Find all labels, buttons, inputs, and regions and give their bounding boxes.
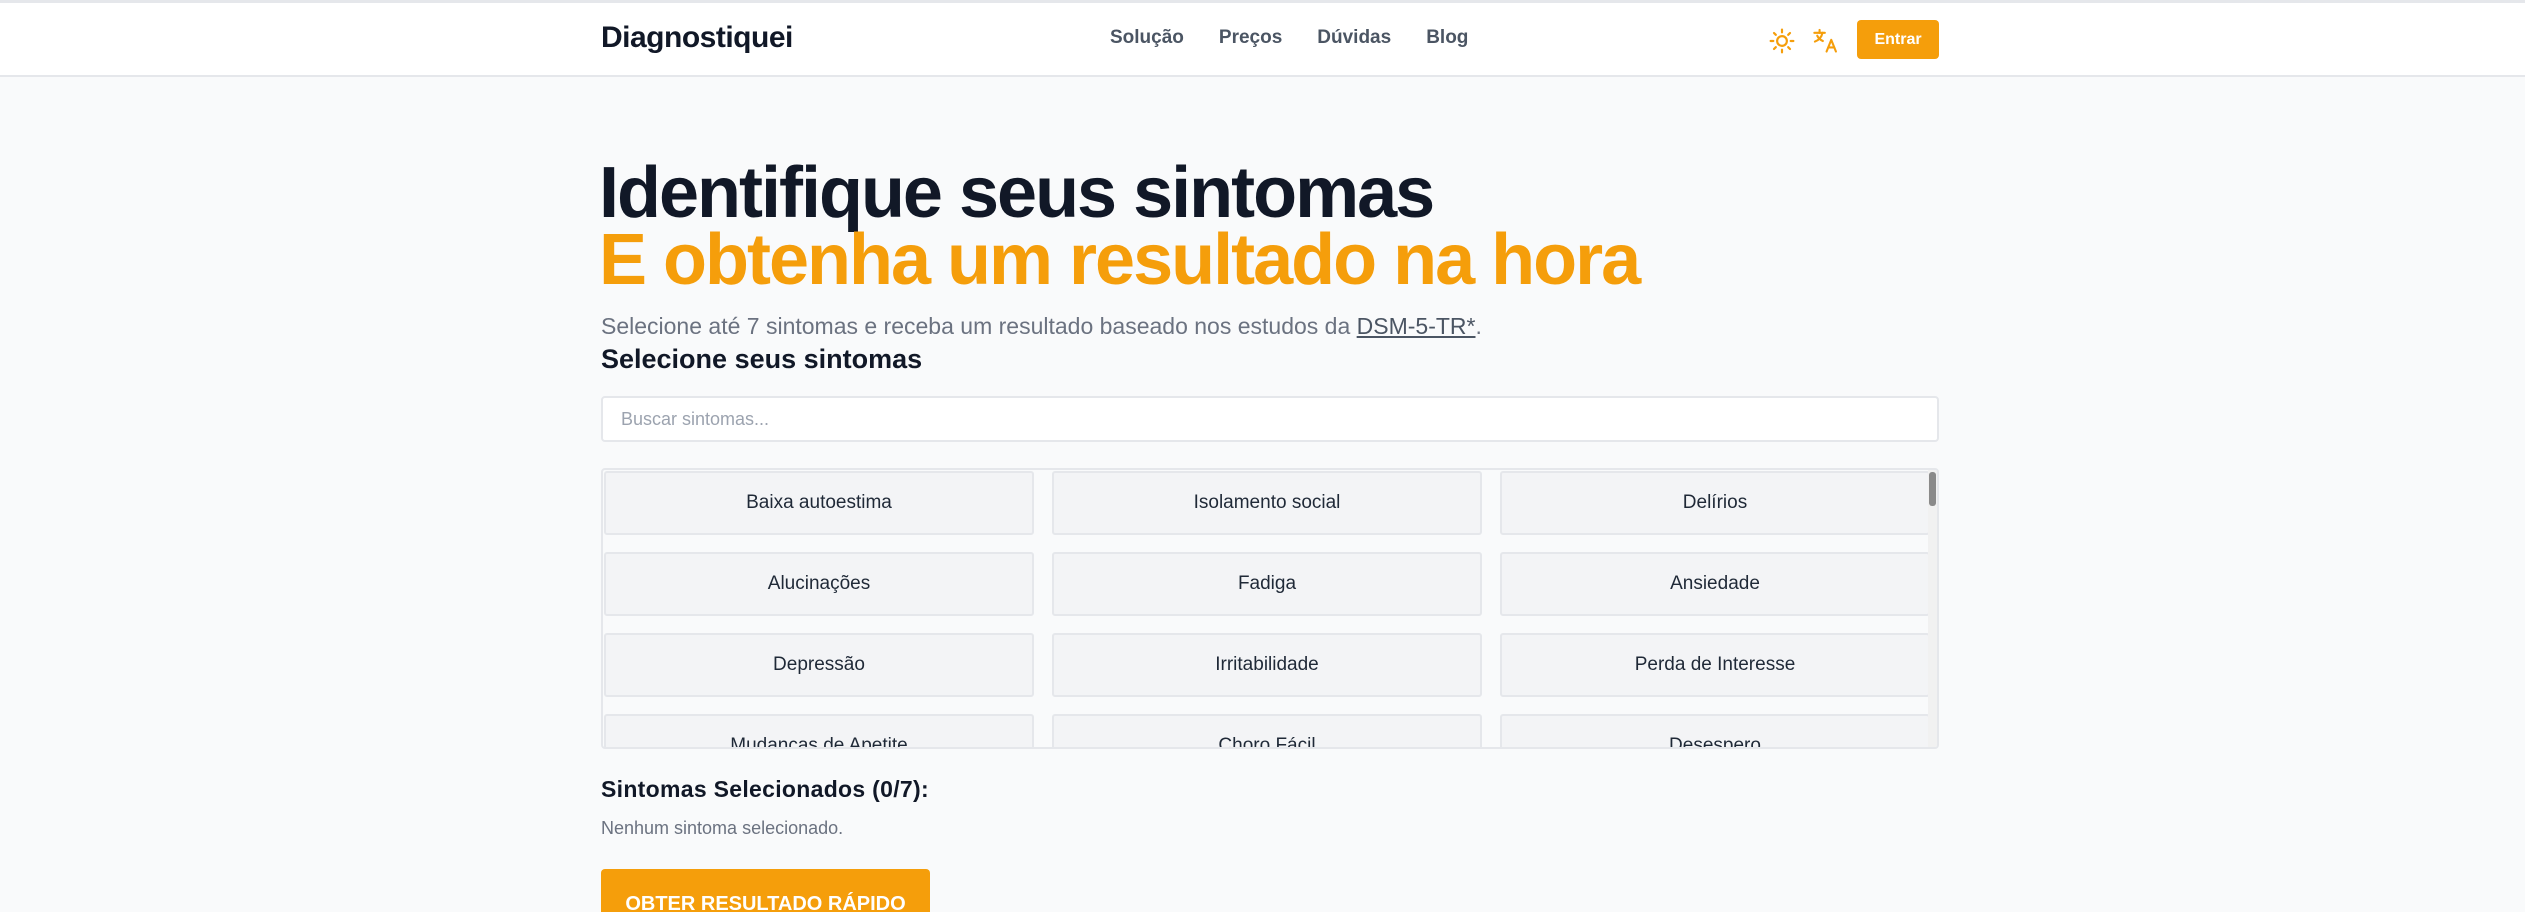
nav-link-blog[interactable]: Blog [1426,27,1468,49]
main-nav: Solução Preços Dúvidas Blog [1110,27,1468,49]
nav-link-solucao[interactable]: Solução [1110,27,1184,49]
hero-subtitle: Selecione até 7 sintomas e receba um res… [601,313,1482,340]
login-button[interactable]: Entrar [1857,20,1939,59]
selected-symptoms-title: Sintomas Selecionados (0/7): [601,776,929,802]
symptom-option[interactable]: Isolamento social [1052,471,1482,535]
dsm-link[interactable]: DSM-5-TR* [1357,313,1476,339]
subtitle-suffix: . [1475,313,1482,339]
symptom-option[interactable]: Irritabilidade [1052,633,1482,697]
symptom-list[interactable]: Baixa autoestima Isolamento social Delír… [601,468,1939,749]
symptom-option[interactable]: Mudanças de Apetite [604,714,1034,747]
subtitle-text: Selecione até 7 sintomas e receba um res… [601,313,1357,339]
sun-icon [1769,28,1795,54]
nav-link-duvidas[interactable]: Dúvidas [1317,27,1391,49]
symptom-option[interactable]: Depressão [604,633,1034,697]
symptom-option[interactable]: Choro Fácil [1052,714,1482,747]
translate-icon [1813,28,1837,53]
symptoms-section-title: Selecione seus sintomas [601,344,923,374]
hero-title-highlight: E obtenha um resultado na hora [599,220,1641,300]
symptom-option[interactable]: Desespero [1500,714,1930,747]
selected-symptoms-empty: Nenhum sintoma selecionado. [601,818,844,838]
theme-toggle-button[interactable] [1764,23,1800,59]
nav-link-precos[interactable]: Preços [1219,27,1282,49]
symptom-option[interactable]: Perda de Interesse [1500,633,1930,697]
symptom-option[interactable]: Delírios [1500,471,1930,535]
symptom-option[interactable]: Ansiedade [1500,552,1930,616]
symptom-search-input[interactable] [601,396,1939,442]
top-navbar: Diagnostiquei Solução Preços Dúvidas Blo… [0,3,2525,77]
symptom-grid: Baixa autoestima Isolamento social Delír… [604,471,1930,747]
get-result-button[interactable]: OBTER RESULTADO RÁPIDO [601,869,930,912]
symptom-option[interactable]: Fadiga [1052,552,1482,616]
logo[interactable]: Diagnostiquei [601,21,793,55]
symptom-option[interactable]: Alucinações [604,552,1034,616]
symptom-list-scrollbar[interactable] [1928,470,1937,747]
language-button[interactable] [1808,23,1844,59]
scrollbar-thumb[interactable] [1929,472,1936,506]
symptom-option[interactable]: Baixa autoestima [604,471,1034,535]
